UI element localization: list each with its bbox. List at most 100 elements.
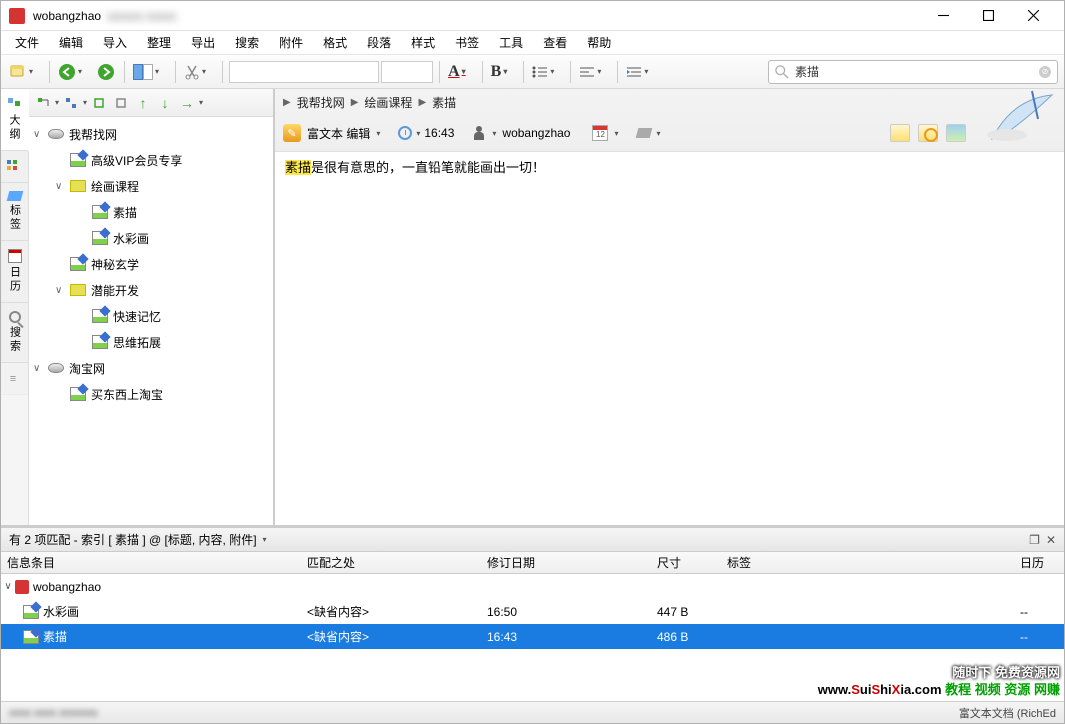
time-field[interactable]: ▾ 16:43: [398, 126, 454, 140]
tree-node[interactable]: 高级VIP会员专享: [29, 147, 273, 173]
breadcrumb-sep-icon: ▶: [283, 97, 291, 108]
tab-calendar[interactable]: 日历: [1, 241, 28, 303]
results-row[interactable]: 素描 <缺省内容> 16:43 486 B --: [1, 624, 1064, 649]
tree-action-2[interactable]: [61, 93, 81, 113]
tree-node[interactable]: 思维拓展: [29, 329, 273, 355]
tree-action-1[interactable]: [33, 93, 53, 113]
col-cal[interactable]: 日历: [1014, 554, 1064, 571]
tree-node[interactable]: 快速记忆: [29, 303, 273, 329]
menu-style[interactable]: 样式: [403, 31, 443, 54]
menu-tools[interactable]: 工具: [491, 31, 531, 54]
menu-organize[interactable]: 整理: [139, 31, 179, 54]
results-header: 有 2 项匹配 - 索引 [ 素描 ] @ [标题, 内容, 附件] ▾ ❐ ✕: [1, 528, 1064, 552]
tree-node-label: 绘画课程: [91, 178, 139, 195]
tree-node-label: 买东西上淘宝: [91, 386, 163, 403]
menu-view[interactable]: 查看: [535, 31, 575, 54]
tree-node[interactable]: 素描: [29, 199, 273, 225]
bullet-list-button[interactable]: [530, 59, 564, 85]
calendar-icon-small[interactable]: [592, 125, 608, 141]
tree-node[interactable]: ∨淘宝网: [29, 355, 273, 381]
author-name[interactable]: wobangzhao: [502, 126, 570, 140]
tree-node[interactable]: 水彩画: [29, 225, 273, 251]
editor-body[interactable]: 素描是很有意思的，一直铅笔就能画出一切！: [275, 151, 1064, 525]
col-size[interactable]: 尺寸: [651, 554, 721, 571]
database-icon: [15, 580, 29, 594]
picture-icon[interactable]: [946, 124, 966, 142]
toolbar-separator: [222, 61, 223, 83]
font-family-select[interactable]: [229, 61, 379, 83]
menu-format[interactable]: 格式: [315, 31, 355, 54]
maximize-button[interactable]: [966, 2, 1011, 30]
tree-action-3[interactable]: [89, 93, 109, 113]
tree-node-label: 水彩画: [113, 230, 149, 247]
menu-bookmark[interactable]: 书签: [447, 31, 487, 54]
edit-mode-label[interactable]: 富文本 编辑: [307, 125, 370, 142]
font-size-select[interactable]: [381, 61, 433, 83]
tab-outline[interactable]: 大纲: [1, 89, 29, 151]
tree-node-label: 神秘玄学: [91, 256, 139, 273]
breadcrumb-item[interactable]: 我帮找网: [297, 94, 345, 111]
status-bar: xxxx xxxx xxxxxxx 富文本文档 (RichEd: [1, 701, 1064, 723]
results-restore-button[interactable]: ❐: [1029, 533, 1040, 547]
tab-search[interactable]: 搜索: [1, 303, 28, 363]
col-date[interactable]: 修订日期: [481, 554, 651, 571]
col-title[interactable]: 信息条目: [1, 554, 301, 571]
indent-button[interactable]: [624, 59, 658, 85]
nav-back-button[interactable]: [56, 59, 92, 85]
dropdown-caret-icon[interactable]: ▾: [376, 129, 380, 138]
nav-forward-button[interactable]: [94, 59, 118, 85]
font-color-button[interactable]: A: [446, 59, 476, 85]
window-title-blurred: xxxxxx xxxxx: [107, 9, 176, 23]
results-close-button[interactable]: ✕: [1046, 533, 1056, 547]
tree-view[interactable]: ∨我帮找网高级VIP会员专享∨绘画课程素描水彩画神秘玄学 ∨潜能开发快速记忆思维拓…: [29, 117, 273, 525]
breadcrumb-item[interactable]: 绘画课程: [364, 94, 412, 111]
tab-more[interactable]: ≡: [1, 363, 28, 395]
toolbar-separator: [124, 61, 125, 83]
tree-node[interactable]: 买东西上淘宝: [29, 381, 273, 407]
tree-node[interactable]: ∨潜能开发: [29, 277, 273, 303]
tree-up-button[interactable]: ↑: [133, 93, 153, 113]
tree-node-label: 快速记忆: [113, 308, 161, 325]
clock-icon: [398, 126, 412, 140]
tag-icon-small[interactable]: [635, 128, 652, 138]
tab-tags[interactable]: 标签: [1, 183, 28, 241]
menu-search[interactable]: 搜索: [227, 31, 267, 54]
tree-node[interactable]: ∨我帮找网: [29, 121, 273, 147]
col-match[interactable]: 匹配之处: [301, 554, 481, 571]
col-tag[interactable]: 标签: [721, 554, 1014, 571]
cut-button[interactable]: [182, 59, 216, 85]
calendar-icon: [8, 249, 22, 263]
menu-paragraph[interactable]: 段落: [359, 31, 399, 54]
person-icon: [472, 126, 486, 140]
edit-note-icon[interactable]: [890, 124, 910, 142]
menu-export[interactable]: 导出: [183, 31, 223, 54]
menu-edit[interactable]: 编辑: [51, 31, 91, 54]
results-body[interactable]: ∨ wobangzhao 水彩画 <缺省内容> 16:50 447 B -- 素…: [1, 574, 1064, 703]
results-row[interactable]: 水彩画 <缺省内容> 16:50 447 B --: [1, 599, 1064, 624]
tree-action-4[interactable]: [111, 93, 131, 113]
tree-node-label: 素描: [113, 204, 137, 221]
tree-right-button[interactable]: →: [177, 93, 197, 113]
tab-palette[interactable]: [1, 151, 28, 183]
search-clear-icon[interactable]: ⊘: [1039, 66, 1051, 78]
find-in-note-icon[interactable]: [918, 124, 938, 142]
tree-node[interactable]: 神秘玄学: [29, 251, 273, 277]
breadcrumb-item[interactable]: 素描: [432, 94, 456, 111]
minimize-button[interactable]: [921, 2, 966, 30]
tree-down-button[interactable]: ↓: [155, 93, 175, 113]
menu-help[interactable]: 帮助: [579, 31, 619, 54]
menu-import[interactable]: 导入: [95, 31, 135, 54]
breadcrumb: ▶ 我帮找网 ▶ 绘画课程 ▶ 素描: [275, 89, 1064, 115]
status-left-blurred: xxxx xxxx xxxxxxx: [9, 707, 98, 719]
align-button[interactable]: [577, 59, 611, 85]
menu-file[interactable]: 文件: [7, 31, 47, 54]
results-group-row[interactable]: ∨ wobangzhao: [1, 574, 1064, 599]
search-icon: [775, 65, 789, 79]
layout-toggle-button[interactable]: [131, 59, 169, 85]
search-box[interactable]: 素描 ⊘: [768, 60, 1058, 84]
tree-node[interactable]: ∨绘画课程: [29, 173, 273, 199]
new-doc-button[interactable]: [7, 59, 43, 85]
close-button[interactable]: [1011, 2, 1056, 30]
menu-attach[interactable]: 附件: [271, 31, 311, 54]
bold-button[interactable]: B: [489, 59, 518, 85]
